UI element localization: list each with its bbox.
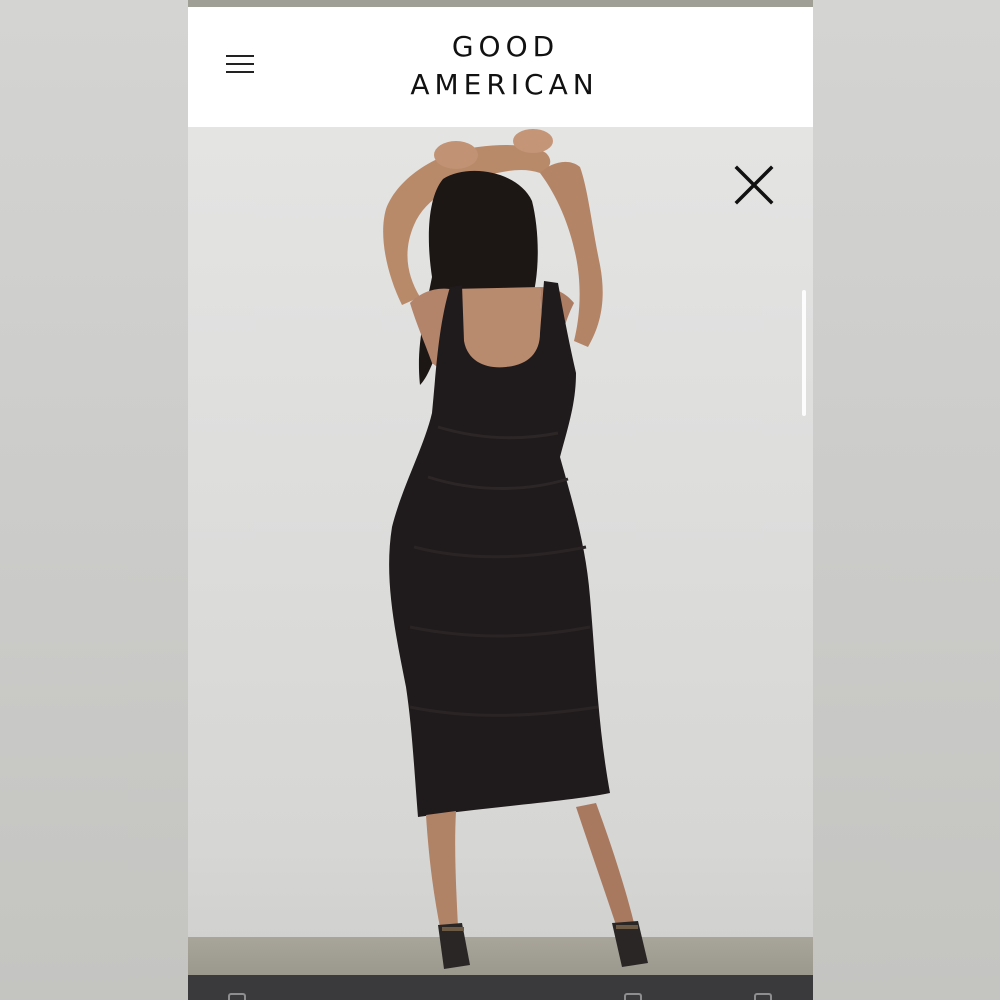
site-header: GOOD AMERICAN [188, 7, 813, 127]
back-icon[interactable] [228, 993, 246, 1000]
brand-line-2: AMERICAN [410, 68, 599, 101]
scrollbar[interactable] [802, 290, 806, 416]
share-icon[interactable] [624, 993, 642, 1000]
status-strip [188, 0, 813, 7]
right-backdrop [813, 0, 1000, 1000]
model-figure [383, 129, 648, 969]
tabs-icon[interactable] [754, 993, 772, 1000]
product-image[interactable] [188, 127, 813, 975]
phone-screen: GOOD AMERICAN [188, 0, 813, 1000]
brand-line-1: GOOD [451, 30, 560, 63]
close-button[interactable] [732, 163, 776, 207]
left-backdrop [0, 0, 188, 1000]
browser-bottom-bar [188, 975, 813, 1000]
close-icon [734, 165, 774, 205]
brand-logo[interactable]: GOOD AMERICAN [188, 29, 813, 105]
